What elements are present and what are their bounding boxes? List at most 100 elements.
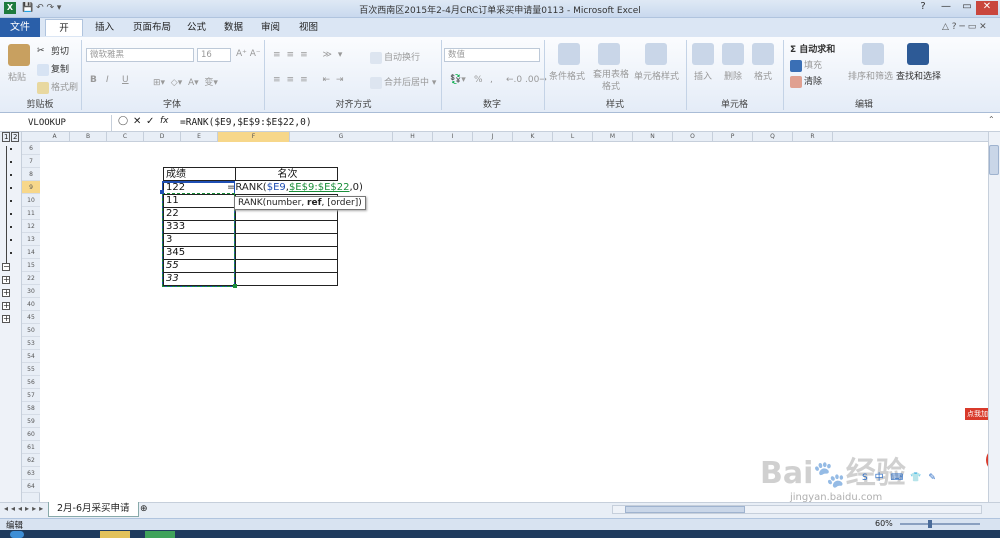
outline-expand-button[interactable]: + xyxy=(2,289,10,297)
cancel-entry-button[interactable]: ✕ xyxy=(133,116,141,127)
cut-button[interactable]: ✂ 剪切 xyxy=(37,44,69,58)
column-header[interactable]: R xyxy=(793,132,833,142)
binoculars-icon[interactable] xyxy=(907,43,929,65)
sort-filter-icon[interactable] xyxy=(862,43,884,65)
decimal-icons[interactable]: ←.0 .00→ xyxy=(506,75,547,85)
conditional-format-icon[interactable] xyxy=(558,43,580,65)
zoom-slider[interactable] xyxy=(900,523,980,525)
table-format-icon[interactable] xyxy=(598,43,620,65)
column-header[interactable]: I xyxy=(433,132,473,142)
row-header[interactable]: 45 xyxy=(22,311,40,324)
formula-bar-expand-icon[interactable]: ◯ xyxy=(118,116,128,126)
cell-styles-icon[interactable] xyxy=(645,43,667,65)
column-header[interactable]: O xyxy=(673,132,713,142)
column-header[interactable]: B xyxy=(70,132,107,142)
row-header[interactable]: 10 xyxy=(22,194,40,207)
row-header[interactable]: 53 xyxy=(22,337,40,350)
paste-icon[interactable] xyxy=(8,44,30,66)
tab-review[interactable]: 审阅 xyxy=(252,19,289,36)
format-cells-icon[interactable] xyxy=(752,43,774,65)
column-header[interactable]: N xyxy=(633,132,673,142)
insert-function-button[interactable]: fx xyxy=(160,116,169,126)
row-header[interactable]: 63 xyxy=(22,467,40,480)
row-header[interactable]: 12 xyxy=(22,220,40,233)
row-header[interactable]: 50 xyxy=(22,324,40,337)
row-header[interactable]: 7 xyxy=(22,155,40,168)
font-size-select[interactable]: 16 xyxy=(197,48,231,62)
sort-filter-button[interactable]: 排序和筛选 xyxy=(848,69,893,82)
sheet-nav-icons[interactable]: ◂◂◂▸▸▸ xyxy=(4,504,46,513)
column-header[interactable]: E xyxy=(181,132,218,142)
horizontal-align-icons[interactable]: ≡≡≡ ⇤⇥ xyxy=(273,75,350,85)
outline-collapse-button[interactable]: − xyxy=(2,263,10,271)
row-header[interactable]: 22 xyxy=(22,272,40,285)
paste-button[interactable]: 粘贴 xyxy=(8,70,26,83)
column-header[interactable]: Q xyxy=(753,132,793,142)
table-format-button[interactable]: 套用表格格式 xyxy=(589,69,633,93)
clear-button[interactable]: 清除 xyxy=(790,74,822,88)
row-header[interactable]: 30 xyxy=(22,285,40,298)
close-button[interactable]: ✕ xyxy=(976,1,998,15)
outline-expand-button[interactable]: + xyxy=(2,276,10,284)
vertical-align-icons[interactable]: ≡≡≡ ≫▾ xyxy=(273,50,348,60)
editing-cell[interactable]: =RANK($E9,$E$9:$E$22,0) xyxy=(227,181,363,194)
rank-cell[interactable] xyxy=(235,246,338,260)
delete-cells-icon[interactable] xyxy=(722,43,744,65)
header-score-cell[interactable]: 成绩 xyxy=(163,167,236,181)
row-header[interactable]: 54 xyxy=(22,350,40,363)
new-sheet-icon[interactable]: ⊕ xyxy=(140,504,148,514)
rank-cell[interactable] xyxy=(235,259,338,273)
row-header[interactable]: 58 xyxy=(22,402,40,415)
tab-view[interactable]: 视图 xyxy=(290,19,327,36)
vertical-scroll-thumb[interactable] xyxy=(989,145,999,175)
column-header[interactable]: L xyxy=(553,132,593,142)
row-header[interactable]: 59 xyxy=(22,415,40,428)
tab-data[interactable]: 数据 xyxy=(215,19,252,36)
underline-button[interactable]: U xyxy=(122,75,129,85)
start-orb-icon[interactable] xyxy=(10,531,24,538)
horizontal-scroll-thumb[interactable] xyxy=(625,506,745,513)
copy-button[interactable]: 复制 xyxy=(37,62,69,76)
insert-cells-button[interactable]: 插入 xyxy=(694,69,712,82)
font-grow-shrink-icons[interactable]: A⁺ A⁻ xyxy=(236,49,261,59)
row-header[interactable]: 6 xyxy=(22,142,40,155)
rank-cell[interactable] xyxy=(235,233,338,247)
conditional-format-button[interactable]: 条件格式 xyxy=(549,69,585,82)
maximize-button[interactable]: ▭ xyxy=(956,1,978,15)
tab-file[interactable]: 文件 xyxy=(0,18,40,37)
formula-bar-collapse-icon[interactable]: ⌃ xyxy=(988,115,995,124)
number-format-select[interactable]: 数值 xyxy=(444,48,540,62)
row-header[interactable]: 11 xyxy=(22,207,40,220)
percent-button[interactable]: % xyxy=(474,75,483,85)
comma-button[interactable]: , xyxy=(490,75,493,85)
row-header[interactable]: 14 xyxy=(22,246,40,259)
ref-handle[interactable] xyxy=(160,190,164,194)
tab-insert[interactable]: 插入 xyxy=(86,19,123,36)
minimize-button[interactable]: — xyxy=(935,1,957,15)
column-header[interactable]: K xyxy=(513,132,553,142)
tab-home[interactable]: 开始 xyxy=(45,19,83,51)
header-rank-cell[interactable]: 名次 xyxy=(235,167,338,181)
format-cells-button[interactable]: 格式 xyxy=(754,69,772,82)
row-header[interactable]: 55 xyxy=(22,363,40,376)
name-box[interactable]: VLOOKUP xyxy=(0,115,112,131)
row-header[interactable]: 60 xyxy=(22,428,40,441)
border-icon[interactable]: ⊞▾ ◇▾ A▾ 变▾ xyxy=(153,75,218,88)
row-header[interactable]: 13 xyxy=(22,233,40,246)
tab-page-layout[interactable]: 页面布局 xyxy=(124,19,180,36)
row-header[interactable]: 8 xyxy=(22,168,40,181)
zoom-level[interactable]: 60% xyxy=(875,519,893,528)
cell-styles-button[interactable]: 单元格样式 xyxy=(634,69,679,82)
row-header[interactable]: 64 xyxy=(22,480,40,493)
column-header[interactable]: J xyxy=(473,132,513,142)
row-header[interactable]: 9 xyxy=(22,181,40,194)
row-header[interactable]: 40 xyxy=(22,298,40,311)
outline-expand-button[interactable]: + xyxy=(2,315,10,323)
column-header[interactable]: H xyxy=(393,132,433,142)
outline-level-2-button[interactable]: 2 xyxy=(11,132,20,142)
delete-cells-button[interactable]: 删除 xyxy=(724,69,742,82)
column-header[interactable]: D xyxy=(144,132,181,142)
insert-cells-icon[interactable] xyxy=(692,43,714,65)
rank-cell[interactable] xyxy=(235,272,338,286)
merge-center-button[interactable]: 合并后居中 ▾ xyxy=(370,75,436,89)
